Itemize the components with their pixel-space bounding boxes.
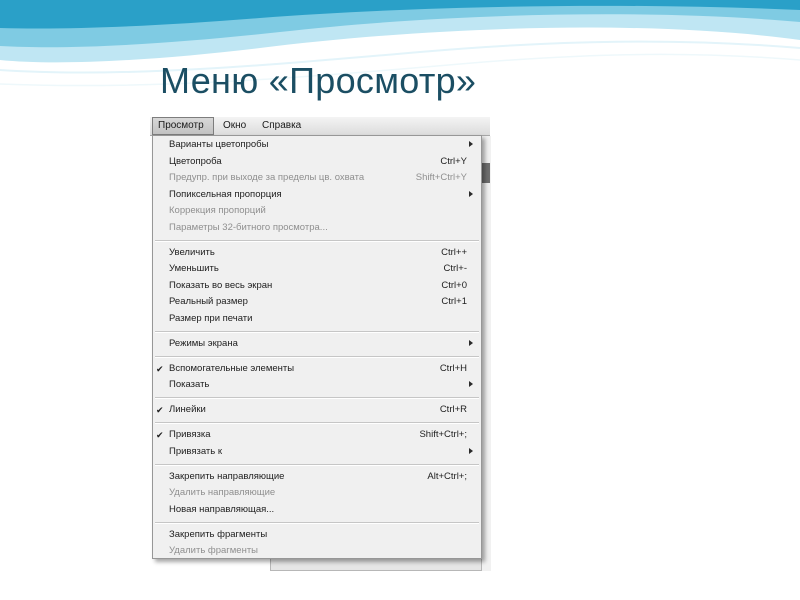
menu-item-label: Привязать к <box>169 445 223 457</box>
menu-item-label: Вспомогательные элементы <box>169 362 295 374</box>
menu-item[interactable]: Закрепить направляющие Alt+Ctrl+; <box>153 469 481 485</box>
menu-item[interactable]: Размер при печати <box>153 311 481 327</box>
menu-item[interactable]: Привязать к <box>153 444 481 460</box>
menu-item-label: Размер при печати <box>169 312 253 324</box>
menu-item-label: Попиксельная пропорция <box>169 188 282 200</box>
menu-separator <box>155 330 479 333</box>
view-menu-dropdown: Варианты цветопробы Цветопроба Ctrl+Y Преду… <box>152 135 482 559</box>
menu-item-shortcut: Ctrl+H <box>439 362 467 374</box>
background-panel-bottom <box>270 557 482 571</box>
page-title: Меню «Просмотр» <box>160 60 477 101</box>
menu-item-label: Показать <box>169 379 210 390</box>
menu-item-label: Удалить фрагменты <box>169 545 258 556</box>
menu-item-label: Закрепить направляющие <box>169 470 285 482</box>
menu-item-label: Закрепить фрагменты <box>169 528 268 540</box>
menu-separator <box>155 397 479 399</box>
menu-item: Удалить направляющие <box>153 485 481 501</box>
menu-separator <box>155 239 479 242</box>
menu-bar: Просмотр Окно Справка <box>150 117 490 136</box>
menu-item: Параметры 32-битного просмотра... <box>153 220 481 236</box>
menu-item-label: Привязка <box>169 429 211 440</box>
check-icon: ✔ <box>156 363 164 374</box>
menu-item[interactable]: Уменьшить Ctrl+- <box>153 261 481 277</box>
background-panel-strip <box>482 163 490 183</box>
submenu-arrow-icon <box>469 339 473 346</box>
menu-item-label: Новая направляющая... <box>169 503 275 515</box>
menu-item-shortcut: Alt+Ctrl+; <box>427 470 467 482</box>
menu-item-label: Реальный размер <box>169 296 248 307</box>
menu-item-label: Коррекция пропорций <box>169 205 266 216</box>
submenu-arrow-icon <box>469 447 473 454</box>
menu-item[interactable]: Попиксельная пропорция <box>153 187 481 203</box>
menu-item-label: Удалить направляющие <box>169 487 276 498</box>
menu-item-shortcut: Ctrl+R <box>439 404 467 415</box>
menu-item[interactable]: ✔ Линейки Ctrl+R <box>153 402 481 418</box>
submenu-arrow-icon <box>469 190 473 197</box>
menu-separator <box>155 422 479 424</box>
menu-item[interactable]: Режимы экрана <box>153 336 481 352</box>
menu-item-label: Уменьшить <box>169 263 219 274</box>
menu-item-shortcut: Ctrl+- <box>443 263 468 274</box>
menu-item-shortcut: Ctrl+Y <box>440 155 467 167</box>
menu-item-label: Цветопроба <box>169 155 222 167</box>
menu-item-shortcut: Shift+Ctrl+Y <box>415 172 467 183</box>
menu-item-label: Параметры 32-битного просмотра... <box>169 221 328 233</box>
menu-separator <box>155 463 479 466</box>
menubar-item-1[interactable]: Просмотр <box>152 117 214 135</box>
menu-item[interactable]: Цветопроба Ctrl+Y <box>153 154 481 170</box>
menu-item-label: Режимы экрана <box>169 337 238 349</box>
menu-item[interactable]: Показать во весь экран Ctrl+0 <box>153 278 481 294</box>
menu-item-label: Варианты цветопробы <box>169 139 269 150</box>
menu-item-shortcut: Ctrl+1 <box>441 296 467 307</box>
submenu-arrow-icon <box>469 141 473 147</box>
menu-item-shortcut: Ctrl++ <box>441 246 467 258</box>
submenu-arrow-icon <box>469 381 473 387</box>
menu-separator <box>155 521 479 524</box>
menu-item[interactable]: Увеличить Ctrl++ <box>153 245 481 261</box>
menubar-item-2[interactable]: Окно <box>218 117 251 135</box>
menu-item: Удалить фрагменты <box>153 543 481 559</box>
menu-item-shortcut: Shift+Ctrl+; <box>419 429 467 440</box>
menu-item-label: Предупр. при выходе за пределы цв. охват… <box>169 172 365 183</box>
menu-item[interactable]: Показать <box>153 377 481 393</box>
menu-item[interactable]: Закрепить фрагменты <box>153 527 481 543</box>
menu-item[interactable]: Новая направляющая... <box>153 502 481 518</box>
menu-item: Коррекция пропорций <box>153 203 481 219</box>
menu-item[interactable]: ✔ Вспомогательные элементы Ctrl+H <box>153 361 481 377</box>
menubar-item-3[interactable]: Справка <box>257 117 306 135</box>
menu-item[interactable]: Варианты цветопробы <box>153 137 481 153</box>
menu-item-label: Увеличить <box>169 246 215 258</box>
menu-item[interactable]: ✔ Привязка Shift+Ctrl+; <box>153 427 481 443</box>
check-icon: ✔ <box>156 405 164 415</box>
menu-separator <box>155 355 479 358</box>
menu-item-label: Показать во весь экран <box>169 279 273 291</box>
menu-item[interactable]: Реальный размер Ctrl+1 <box>153 294 481 310</box>
menu-item-label: Линейки <box>169 404 206 415</box>
menu-screenshot: Просмотр Окно Справка Варианты цветопробы Ц… <box>150 117 491 575</box>
check-icon: ✔ <box>156 430 164 440</box>
menu-item-shortcut: Ctrl+0 <box>441 279 467 291</box>
menu-item: Предупр. при выходе за пределы цв. охват… <box>153 170 481 186</box>
